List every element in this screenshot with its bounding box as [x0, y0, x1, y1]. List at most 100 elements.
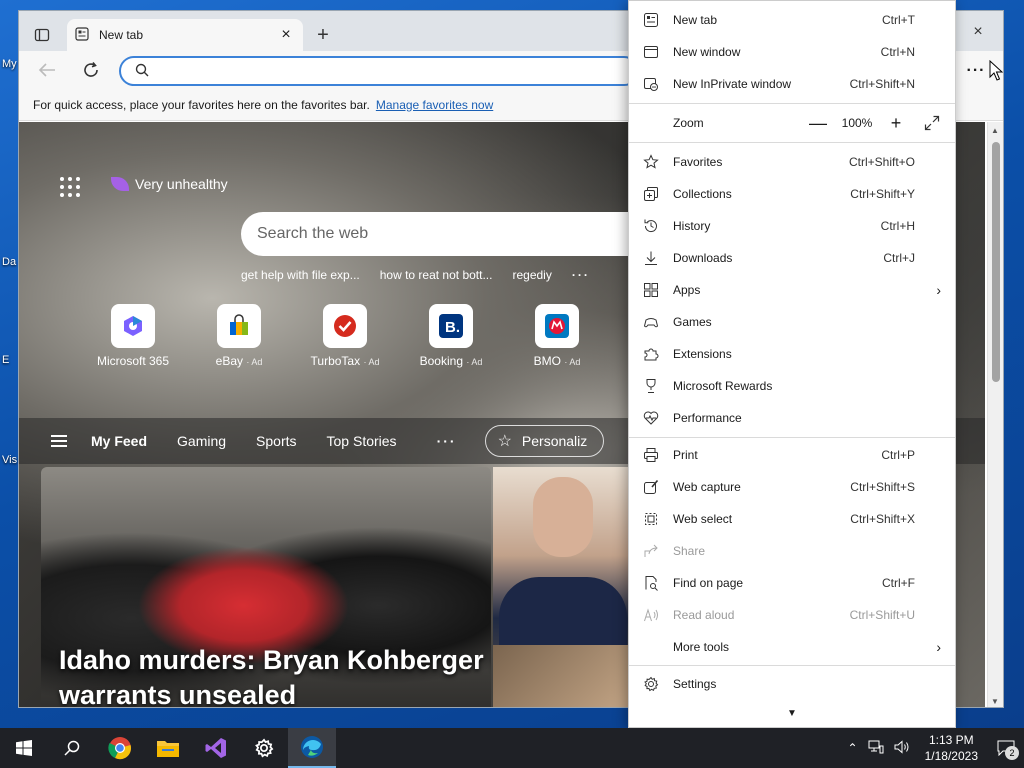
menu-item-extensions[interactable]: Extensions — [629, 339, 955, 369]
fullscreen-icon[interactable] — [909, 115, 955, 131]
gear-icon — [643, 676, 659, 692]
visual-studio-taskbar-icon[interactable] — [192, 728, 240, 768]
menu-item-new-inprivate-window[interactable]: New InPrivate window Ctrl+Shift+N — [629, 69, 955, 99]
menu-divider — [629, 437, 955, 438]
menu-item-collections[interactable]: Collections Ctrl+Shift+Y — [629, 179, 955, 209]
leaf-icon — [111, 177, 129, 191]
menu-item-read-aloud[interactable]: Read aloud Ctrl+Shift+U — [629, 600, 955, 630]
find-icon — [643, 575, 659, 591]
manage-favorites-link[interactable]: Manage favorites now — [376, 98, 493, 112]
suggestion-item[interactable]: get help with file exp... — [241, 268, 360, 282]
menu-item-games[interactable]: Games — [629, 307, 955, 337]
taskbar-search-button[interactable] — [48, 728, 96, 768]
air-quality-widget[interactable]: Very unhealthy — [111, 176, 228, 192]
notification-center-button[interactable]: 2 — [988, 728, 1024, 768]
page-scrollbar[interactable]: ▲ ▼ — [987, 122, 1003, 707]
menu-item-performance[interactable]: Performance — [629, 403, 955, 433]
menu-divider — [629, 142, 955, 143]
menu-item-web-select[interactable]: Web select Ctrl+Shift+X — [629, 504, 955, 534]
menu-divider — [629, 103, 955, 104]
quick-link-label: Booking — [419, 354, 463, 368]
tab-top-stories[interactable]: Top Stories — [327, 433, 397, 449]
start-button[interactable] — [0, 728, 48, 768]
portrait-image — [533, 477, 593, 557]
taskbar-clock[interactable]: 1:13 PM 1/18/2023 — [925, 732, 978, 764]
zoom-out-button[interactable]: — — [805, 113, 831, 134]
menu-item-new-tab[interactable]: New tab Ctrl+T — [629, 5, 955, 35]
menu-item-favorites[interactable]: Favorites Ctrl+Shift+O — [629, 147, 955, 177]
quick-link-ebay[interactable]: eBay · Ad — [199, 304, 279, 368]
trophy-icon — [643, 378, 659, 394]
quick-link-booking[interactable]: B. Booking · Ad — [411, 304, 491, 368]
address-input[interactable] — [159, 63, 579, 79]
notification-count-badge: 2 — [1005, 746, 1019, 760]
window-close-button[interactable]: × — [965, 19, 991, 45]
desktop-icon-label[interactable]: Vis — [2, 454, 17, 466]
menu-item-history[interactable]: History Ctrl+H — [629, 211, 955, 241]
scroll-down-arrow-icon[interactable]: ▼ — [991, 697, 999, 706]
zoom-in-button[interactable]: + — [883, 113, 909, 134]
quick-link-label: TurboTax — [310, 354, 361, 368]
quick-link-microsoft-365[interactable]: Microsoft 365 — [93, 304, 173, 368]
scrollbar-thumb[interactable] — [992, 142, 1000, 382]
chrome-taskbar-icon[interactable] — [96, 728, 144, 768]
web-search-input[interactable] — [257, 225, 637, 243]
suggestion-item[interactable]: how to reat not bott... — [380, 268, 493, 282]
edge-taskbar-icon[interactable] — [288, 728, 336, 768]
settings-and-more-button[interactable]: ··· — [961, 58, 991, 84]
feed-more-button[interactable]: ··· — [437, 433, 457, 449]
suggestion-item[interactable]: regediy — [512, 268, 551, 282]
chevron-right-icon: › — [936, 282, 941, 298]
settings-taskbar-icon[interactable] — [240, 728, 288, 768]
tab-sports[interactable]: Sports — [256, 433, 296, 449]
menu-item-print[interactable]: Print Ctrl+P — [629, 440, 955, 470]
tab-title: New tab — [99, 28, 144, 42]
news-side-image[interactable] — [493, 467, 631, 707]
menu-item-more-tools[interactable]: More tools › — [629, 632, 955, 662]
menu-item-apps[interactable]: Apps › — [629, 275, 955, 305]
news-card-image[interactable]: Idaho murders: Bryan Kohberger search wa… — [41, 467, 491, 707]
refresh-button[interactable] — [77, 57, 105, 83]
menu-shortcut: Ctrl+Shift+Y — [850, 187, 915, 201]
news-headline[interactable]: Idaho murders: Bryan Kohberger search wa… — [59, 643, 491, 707]
network-icon[interactable] — [868, 740, 884, 757]
scroll-up-arrow-icon[interactable]: ▲ — [991, 126, 999, 135]
menu-item-label: Print — [673, 448, 698, 462]
search-suggestions: get help with file exp... how to reat no… — [241, 268, 590, 282]
suggestions-more-button[interactable]: ··· — [572, 268, 590, 282]
menu-item-microsoft-rewards[interactable]: Microsoft Rewards — [629, 371, 955, 401]
menu-item-settings[interactable]: Settings — [629, 669, 955, 699]
menu-shortcut: Ctrl+Shift+U — [849, 608, 915, 622]
menu-item-downloads[interactable]: Downloads Ctrl+J — [629, 243, 955, 273]
file-explorer-taskbar-icon[interactable] — [144, 728, 192, 768]
new-tab-button[interactable]: + — [311, 23, 335, 47]
menu-item-web-capture[interactable]: Web capture Ctrl+Shift+S — [629, 472, 955, 502]
apps-launcher-icon[interactable] — [57, 174, 83, 200]
web-search-box[interactable] — [241, 212, 661, 256]
tab-close-button[interactable]: × — [277, 26, 295, 44]
chevron-up-icon[interactable]: ⌃ — [848, 741, 858, 755]
quick-link-turbotax[interactable]: TurboTax · Ad — [305, 304, 385, 368]
tab-actions-icon[interactable] — [25, 21, 59, 49]
tab-gaming[interactable]: Gaming — [177, 433, 226, 449]
volume-icon[interactable] — [894, 739, 910, 757]
personalize-button[interactable]: ☆ Personaliz — [484, 425, 605, 457]
menu-item-label: Favorites — [673, 155, 723, 169]
menu-scroll-down-icon[interactable]: ▼ — [629, 708, 955, 719]
menu-shortcut: Ctrl+J — [883, 251, 915, 265]
desktop-icon-label[interactable]: Da — [2, 256, 16, 268]
desktop-icon-label[interactable]: E — [2, 354, 9, 366]
zoom-label: Zoom — [673, 116, 704, 130]
ad-label: · Ad — [363, 357, 380, 367]
tab-my-feed[interactable]: My Feed — [91, 433, 147, 449]
web-capture-icon — [643, 479, 659, 495]
quick-link-bmo[interactable]: BMO · Ad — [517, 304, 597, 368]
tab-new-tab[interactable]: New tab × — [67, 19, 303, 51]
hamburger-menu-icon[interactable] — [51, 432, 67, 450]
menu-item-find-on-page[interactable]: Find on page Ctrl+F — [629, 568, 955, 598]
menu-item-new-window[interactable]: New window Ctrl+N — [629, 37, 955, 67]
menu-item-share[interactable]: Share — [629, 536, 955, 566]
back-button[interactable] — [33, 57, 61, 83]
address-bar[interactable] — [119, 56, 639, 86]
desktop-icon-label[interactable]: My — [2, 58, 17, 70]
